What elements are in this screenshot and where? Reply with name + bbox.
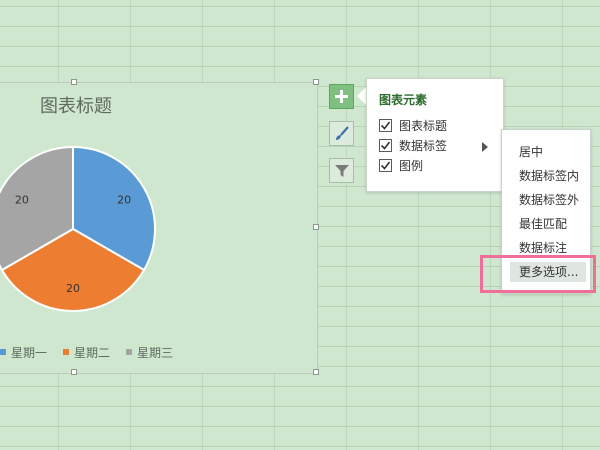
legend-label-1: 星期一 bbox=[11, 345, 48, 360]
data-label-3[interactable]: 20 bbox=[15, 193, 29, 206]
checkbox-chart-title[interactable] bbox=[379, 118, 392, 132]
legend-item-3: 星期三 bbox=[126, 344, 173, 361]
legend-swatch-1 bbox=[0, 349, 6, 355]
flyout-pointer bbox=[357, 87, 366, 105]
brush-icon bbox=[336, 126, 349, 140]
legend-item-2: 星期二 bbox=[63, 344, 110, 361]
option-label: 图表标题 bbox=[399, 118, 448, 133]
chart-styles-button[interactable] bbox=[329, 121, 354, 146]
submenu-item-inside-end[interactable]: 数据标签内 bbox=[510, 166, 586, 186]
chart-elements-panel: 图表元素 图表标题 数据标签 图例 bbox=[366, 78, 504, 192]
highlight-annotation bbox=[480, 255, 596, 293]
option-chart-title[interactable]: 图表标题 bbox=[379, 116, 447, 134]
expand-arrow-icon[interactable] bbox=[482, 142, 488, 152]
legend-label-3: 星期三 bbox=[137, 345, 174, 360]
checkbox-data-labels[interactable] bbox=[379, 138, 392, 152]
checkmark-icon bbox=[380, 161, 391, 170]
checkbox-legend[interactable] bbox=[379, 158, 392, 172]
option-label: 数据标签 bbox=[399, 138, 448, 153]
checkmark-icon bbox=[380, 121, 391, 130]
option-legend[interactable]: 图例 bbox=[379, 156, 423, 174]
chart-legend[interactable]: 星期一 星期二 星期三 bbox=[0, 343, 173, 361]
submenu-item-outside-end[interactable]: 数据标签外 bbox=[510, 190, 586, 210]
legend-swatch-2 bbox=[63, 349, 70, 355]
legend-swatch-3 bbox=[126, 349, 133, 355]
option-label: 图例 bbox=[399, 158, 424, 173]
filter-icon bbox=[334, 164, 349, 177]
panel-title: 图表元素 bbox=[379, 93, 428, 107]
checkmark-icon bbox=[380, 141, 391, 150]
legend-item-1: 星期一 bbox=[0, 344, 47, 361]
submenu-item-center[interactable]: 居中 bbox=[510, 142, 586, 162]
chart-filters-button[interactable] bbox=[329, 158, 354, 183]
legend-label-2: 星期二 bbox=[74, 345, 111, 360]
submenu-item-best-fit[interactable]: 最佳匹配 bbox=[510, 214, 586, 234]
data-label-1[interactable]: 20 bbox=[117, 193, 131, 206]
chart-elements-button[interactable] bbox=[329, 84, 354, 109]
plus-icon bbox=[335, 90, 348, 103]
data-label-2[interactable]: 20 bbox=[66, 282, 80, 295]
option-data-labels[interactable]: 数据标签 bbox=[379, 136, 447, 154]
